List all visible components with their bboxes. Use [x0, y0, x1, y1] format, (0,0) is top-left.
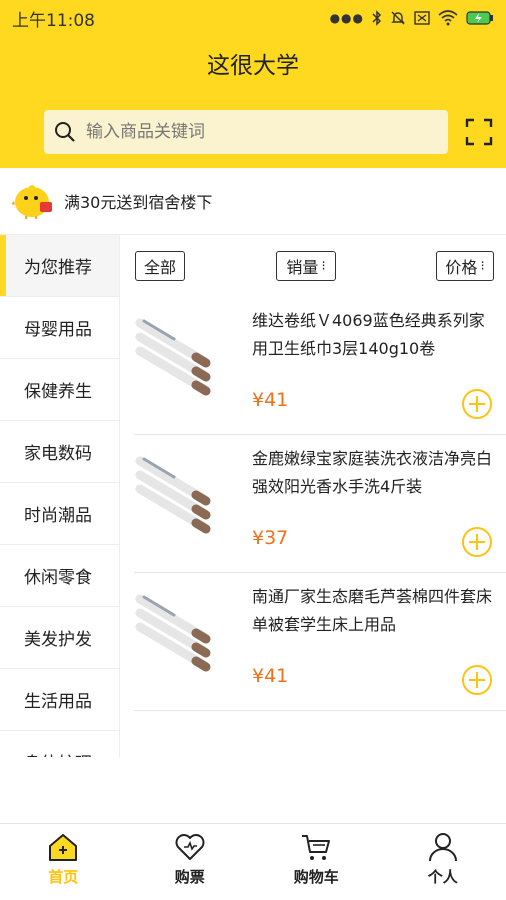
tab-tickets[interactable]: 购票: [127, 824, 254, 900]
sort-dots-icon: ⁝: [321, 258, 326, 274]
product-price: ¥41: [252, 665, 289, 687]
sidebar-item-fashion[interactable]: 时尚潮品: [0, 483, 119, 545]
sidebar-item-label: 美发护发: [24, 630, 92, 650]
product-price: ¥37: [252, 527, 289, 549]
product-card[interactable]: 金鹿嫩绿宝家庭装洗衣液洁净亮白强效阳光香水手洗4斤装 ¥37: [134, 435, 506, 573]
filter-sales-label: 销量: [286, 258, 319, 277]
sidebar-item-label: 时尚潮品: [24, 506, 92, 526]
sidebar-item-label: 休闲零食: [24, 568, 92, 588]
wifi-icon: [438, 10, 458, 26]
sidebar-item-bodycare[interactable]: 身体护理: [0, 731, 119, 757]
sidebar-item-recommend[interactable]: 为您推荐: [0, 235, 119, 297]
add-to-cart-icon[interactable]: [461, 388, 493, 420]
page-title: 这很大学: [207, 53, 299, 79]
battery-icon: [466, 11, 493, 25]
mute-bell-icon: [391, 11, 405, 25]
product-card[interactable]: 南通厂家生态磨毛芦荟棉四件套床单被套学生床上用品 ¥41: [134, 573, 506, 711]
status-bar: 上午11:08 ●●●: [0, 0, 506, 36]
cart-icon: [302, 835, 331, 860]
tab-label: 购物车: [293, 868, 339, 886]
tab-cart[interactable]: 购物车: [253, 824, 380, 900]
sidebar-item-health[interactable]: 保健养生: [0, 359, 119, 421]
filter-bar: 全部 销量 ⁝ 价格 ⁝: [120, 235, 506, 297]
filter-price-button[interactable]: 价格 ⁝: [436, 251, 494, 281]
sort-dots-icon: ⁝: [480, 258, 485, 274]
product-thumbnail: [134, 309, 220, 405]
scan-icon[interactable]: [465, 118, 493, 146]
signal-dots-icon: ●●●: [329, 11, 364, 25]
status-icons: ●●●: [330, 10, 494, 26]
add-to-cart-icon[interactable]: [461, 664, 493, 696]
sidebar-item-label: 家电数码: [24, 444, 92, 464]
promo-text: 满30元送到宿舍楼下: [64, 193, 213, 212]
filter-all-label: 全部: [143, 258, 176, 277]
tab-home[interactable]: 首页: [0, 824, 127, 900]
status-time: 上午11:08: [12, 10, 95, 31]
tab-label: 个人: [427, 868, 458, 886]
sidebar-item-snacks[interactable]: 休闲零食: [0, 545, 119, 607]
filter-price-label: 价格: [445, 258, 478, 277]
filter-sales-button[interactable]: 销量 ⁝: [276, 251, 336, 281]
sidebar-item-baby[interactable]: 母婴用品: [0, 297, 119, 359]
sidebar-item-electronics[interactable]: 家电数码: [0, 421, 119, 483]
sim-icon: [414, 11, 430, 25]
sidebar-item-label: 母婴用品: [24, 320, 92, 340]
chick-mascot-icon: [12, 185, 52, 219]
search-icon: [55, 122, 75, 142]
bluetooth-icon: [372, 10, 382, 26]
search-input[interactable]: [86, 122, 406, 142]
bottom-tab-bar: 首页 购票 购物车 个人: [0, 823, 506, 900]
product-name: 金鹿嫩绿宝家庭装洗衣液洁净亮白强效阳光香水手洗4斤装: [252, 449, 493, 496]
sidebar-item-label: 为您推荐: [24, 258, 92, 278]
product-card[interactable]: 维达卷纸Ｖ4069蓝色经典系列家用卫生纸巾3层140g10卷 ¥41: [134, 297, 506, 435]
product-thumbnail: [134, 585, 220, 681]
tab-label: 首页: [48, 868, 79, 886]
sidebar-item-label: 身体护理: [24, 749, 92, 757]
sidebar-item-label: 保健养生: [24, 382, 92, 402]
product-name: 维达卷纸Ｖ4069蓝色经典系列家用卫生纸巾3层140g10卷: [252, 311, 485, 358]
person-icon: [428, 833, 457, 862]
product-price: ¥41: [252, 389, 289, 411]
tab-profile[interactable]: 个人: [380, 824, 506, 900]
promo-banner: 满30元送到宿舍楼下: [0, 168, 506, 235]
search-box[interactable]: [44, 110, 448, 154]
product-name: 南通厂家生态磨毛芦荟棉四件套床单被套学生床上用品: [252, 587, 493, 634]
tab-label: 购票: [174, 868, 205, 886]
sidebar-item-haircare[interactable]: 美发护发: [0, 607, 119, 669]
category-sidebar: 为您推荐 母婴用品 保健养生 家电数码 时尚潮品 休闲零食 美发护发 生活用品 …: [0, 235, 120, 757]
header: 这很大学: [0, 36, 506, 168]
add-to-cart-icon[interactable]: [461, 526, 493, 558]
product-thumbnail: [134, 447, 220, 543]
sidebar-item-label: 生活用品: [24, 692, 92, 712]
filter-all-button[interactable]: 全部: [135, 251, 185, 281]
heart-icon: [175, 834, 205, 860]
sidebar-item-daily[interactable]: 生活用品: [0, 669, 119, 731]
home-icon: [49, 834, 78, 861]
product-list: 维达卷纸Ｖ4069蓝色经典系列家用卫生纸巾3层140g10卷 ¥41 金鹿嫩绿宝…: [134, 297, 506, 711]
